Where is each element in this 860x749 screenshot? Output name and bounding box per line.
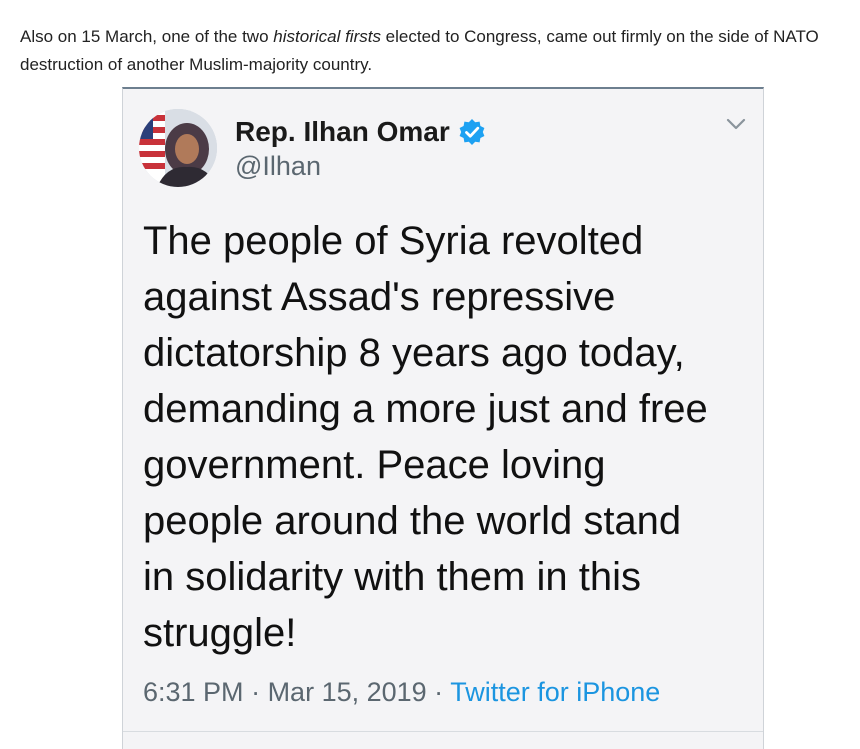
article-text-before: Also on 15 March, one of the two xyxy=(20,27,274,46)
tweet-source-link[interactable]: Twitter for iPhone xyxy=(450,677,660,707)
article-paragraph: Also on 15 March, one of the two histori… xyxy=(20,23,850,79)
avatar-image xyxy=(139,109,217,187)
embedded-tweet: Rep. Ilhan Omar @Ilhan The people of Syr… xyxy=(122,87,764,749)
author-name[interactable]: Rep. Ilhan Omar xyxy=(235,116,450,148)
meta-separator: · xyxy=(426,677,451,707)
chevron-down-icon[interactable] xyxy=(723,111,749,137)
tweet-time[interactable]: 6:31 PM xyxy=(143,677,244,707)
tweet-body: The people of Syria revolted against Ass… xyxy=(143,219,708,655)
article-emphasis: historical firsts xyxy=(273,27,381,46)
verified-badge-icon xyxy=(458,118,486,146)
tweet-date[interactable]: Mar 15, 2019 xyxy=(268,677,427,707)
tweet-divider xyxy=(123,731,763,732)
author-row: Rep. Ilhan Omar xyxy=(235,115,486,149)
avatar[interactable] xyxy=(139,109,217,187)
tweet-meta: 6:31 PM · Mar 15, 2019 · Twitter for iPh… xyxy=(143,677,660,708)
meta-separator: · xyxy=(243,677,268,707)
author-handle[interactable]: @Ilhan xyxy=(235,151,321,182)
